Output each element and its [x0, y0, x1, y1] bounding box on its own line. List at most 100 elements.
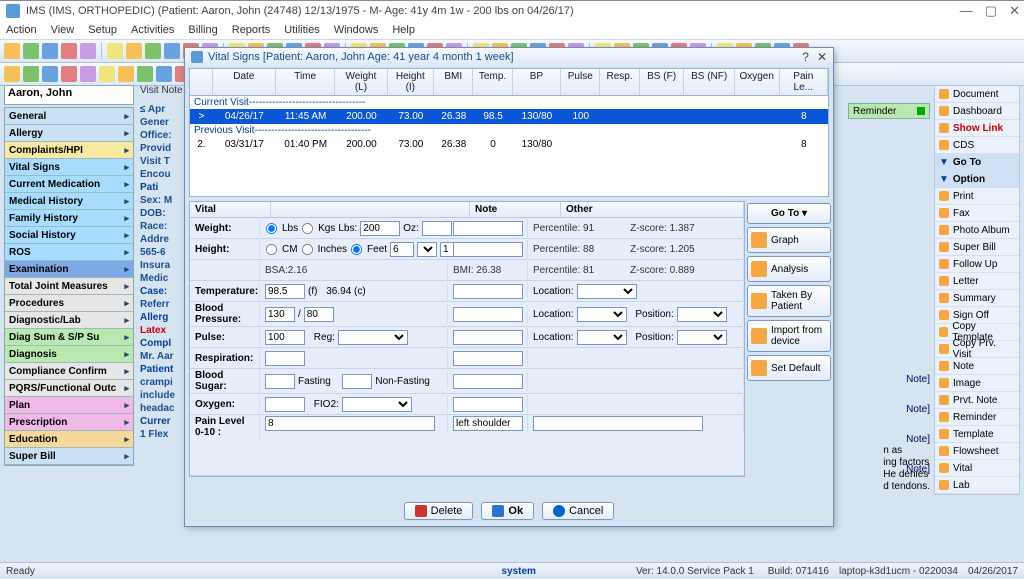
pulse-input[interactable]: [265, 330, 305, 345]
rmenu-summary[interactable]: Summary: [935, 290, 1019, 307]
grid-row-previous[interactable]: 2.03/31/1701:40 PM200.0073.0026.380130/8…: [190, 137, 828, 152]
side-analysis[interactable]: Analysis: [747, 256, 831, 282]
bp-position-select[interactable]: [677, 307, 727, 322]
height-cm-radio[interactable]: [266, 243, 277, 254]
oxygen-input[interactable]: [265, 397, 305, 412]
weight-kgs-radio[interactable]: [302, 222, 313, 233]
rmenu-copy-prv-visit[interactable]: Copy Prv. Visit: [935, 341, 1019, 358]
oxygen-note-input[interactable]: [453, 397, 523, 412]
rmenu-follow-up[interactable]: Follow Up: [935, 256, 1019, 273]
toolbar-icon[interactable]: [107, 43, 123, 59]
rmenu-note[interactable]: Note: [935, 358, 1019, 375]
nav-prescription[interactable]: Prescription▸: [5, 414, 133, 431]
grid-col[interactable]: Oxygen: [735, 69, 780, 95]
nav-current-medication[interactable]: Current Medication▸: [5, 176, 133, 193]
grid-col[interactable]: Resp.: [600, 69, 639, 95]
grid-col[interactable]: Pain Le...: [780, 69, 828, 95]
grid-col[interactable]: Date: [213, 69, 276, 95]
close-icon[interactable]: ✕: [1009, 3, 1020, 19]
side-go-to-[interactable]: Go To ▾: [747, 203, 831, 224]
pulse-position-select[interactable]: [677, 330, 727, 345]
side-import-from-device[interactable]: Import from device: [747, 320, 831, 352]
rmenu-dashboard[interactable]: Dashboard: [935, 103, 1019, 120]
height-in-radio[interactable]: [302, 243, 313, 254]
rmenu-letter[interactable]: Letter: [935, 273, 1019, 290]
rmenu-fax[interactable]: Fax: [935, 205, 1019, 222]
pulse-note-input[interactable]: [453, 330, 523, 345]
maximize-icon[interactable]: ▢: [985, 3, 997, 19]
rmenu-go-to[interactable]: ▼Go To: [935, 154, 1019, 171]
menu-setup[interactable]: Setup: [88, 24, 117, 36]
resp-input[interactable]: [265, 351, 305, 366]
toolbar-icon[interactable]: [4, 43, 20, 59]
sugar-nonfasting-input[interactable]: [342, 374, 372, 389]
toolbar2-icon[interactable]: [23, 66, 39, 82]
sugar-fasting-input[interactable]: [265, 374, 295, 389]
ok-button[interactable]: Ok: [481, 502, 534, 520]
minimize-icon[interactable]: —: [960, 3, 973, 19]
height-ft-radio[interactable]: [351, 243, 362, 254]
nav-family-history[interactable]: Family History▸: [5, 210, 133, 227]
grid-col[interactable]: BS (F): [640, 69, 685, 95]
toolbar2-icon[interactable]: [42, 66, 58, 82]
menu-billing[interactable]: Billing: [188, 24, 217, 36]
nav-education[interactable]: Education▸: [5, 431, 133, 448]
height-ft-select[interactable]: [417, 242, 437, 257]
toolbar-icon[interactable]: [126, 43, 142, 59]
pain-note-input[interactable]: [453, 416, 523, 431]
toolbar2-icon[interactable]: [80, 66, 96, 82]
nav-general[interactable]: General▸: [5, 108, 133, 125]
vitals-history-grid[interactable]: DateTimeWeight (L)Height (I)BMITemp.BPPu…: [189, 68, 829, 197]
nav-pqrs-functional-outc[interactable]: PQRS/Functional Outc▸: [5, 380, 133, 397]
side-graph[interactable]: Graph: [747, 227, 831, 253]
toolbar2-icon[interactable]: [156, 66, 172, 82]
nav-examination[interactable]: Examination▸: [5, 261, 133, 278]
dialog-close-icon[interactable]: ✕: [817, 50, 827, 64]
menu-reports[interactable]: Reports: [232, 24, 271, 36]
height-note-input[interactable]: [453, 242, 523, 257]
weight-lbs-input[interactable]: [360, 221, 400, 236]
rmenu-lab[interactable]: Lab: [935, 477, 1019, 494]
grid-col[interactable]: Time: [276, 69, 335, 95]
rmenu-photo-album[interactable]: Photo Album: [935, 222, 1019, 239]
bp-sys-input[interactable]: [265, 307, 295, 322]
weight-lbs-radio[interactable]: [266, 222, 277, 233]
cancel-button[interactable]: Cancel: [542, 502, 614, 520]
toolbar-icon[interactable]: [42, 43, 58, 59]
menu-activities[interactable]: Activities: [131, 24, 174, 36]
grid-col[interactable]: BMI: [434, 69, 473, 95]
grid-col[interactable]: BS (NF): [684, 69, 734, 95]
rmenu-template[interactable]: Template: [935, 426, 1019, 443]
toolbar2-icon[interactable]: [61, 66, 77, 82]
rmenu-option[interactable]: ▼Option: [935, 171, 1019, 188]
menu-action[interactable]: Action: [6, 24, 37, 36]
resp-note-input[interactable]: [453, 351, 523, 366]
toolbar2-icon[interactable]: [137, 66, 153, 82]
nav-social-history[interactable]: Social History▸: [5, 227, 133, 244]
sugar-note-input[interactable]: [453, 374, 523, 389]
toolbar-icon[interactable]: [80, 43, 96, 59]
grid-col[interactable]: Pulse: [561, 69, 600, 95]
menu-view[interactable]: View: [51, 24, 75, 36]
nav-total-joint-measures[interactable]: Total Joint Measures▸: [5, 278, 133, 295]
bp-dia-input[interactable]: [304, 307, 334, 322]
pulse-reg-select[interactable]: [338, 330, 408, 345]
grid-col[interactable]: [190, 69, 213, 95]
toolbar-icon[interactable]: [61, 43, 77, 59]
delete-button[interactable]: Delete: [404, 502, 474, 520]
rmenu-flowsheet[interactable]: Flowsheet: [935, 443, 1019, 460]
nav-diagnosis[interactable]: Diagnosis▸: [5, 346, 133, 363]
rmenu-show-link[interactable]: Show Link: [935, 120, 1019, 137]
bp-location-select[interactable]: [577, 307, 627, 322]
nav-compliance-confirm[interactable]: Compliance Confirm▸: [5, 363, 133, 380]
grid-col[interactable]: Height (I): [388, 69, 435, 95]
fio2-select[interactable]: [342, 397, 412, 412]
temp-note-input[interactable]: [453, 284, 523, 299]
rmenu-reminder[interactable]: Reminder: [935, 409, 1019, 426]
pulse-location-select[interactable]: [577, 330, 627, 345]
nav-allergy[interactable]: Allergy▸: [5, 125, 133, 142]
side-taken-by-patient[interactable]: Taken By Patient: [747, 285, 831, 317]
nav-procedures[interactable]: Procedures▸: [5, 295, 133, 312]
toolbar2-icon[interactable]: [99, 66, 115, 82]
rmenu-print[interactable]: Print: [935, 188, 1019, 205]
